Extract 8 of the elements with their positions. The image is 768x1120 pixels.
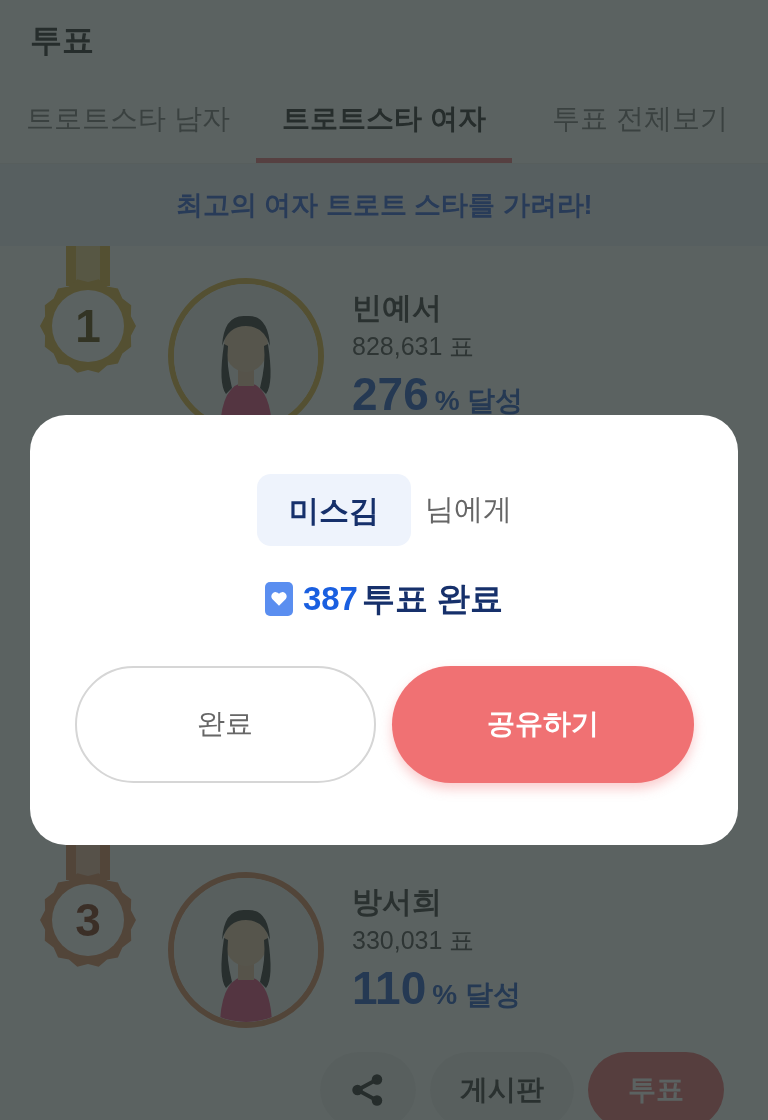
recipient-name: 미스김 (256, 474, 411, 546)
result-text: 투표 완료 (361, 579, 504, 619)
share-button[interactable]: 공유하기 (391, 665, 694, 783)
rank-number: 1 (74, 301, 102, 351)
rank-number: 3 (74, 895, 102, 945)
recipient-suffix: 님에게 (424, 492, 512, 528)
vote-amount: 387 (302, 579, 358, 619)
done-button[interactable]: 완료 (74, 665, 376, 783)
